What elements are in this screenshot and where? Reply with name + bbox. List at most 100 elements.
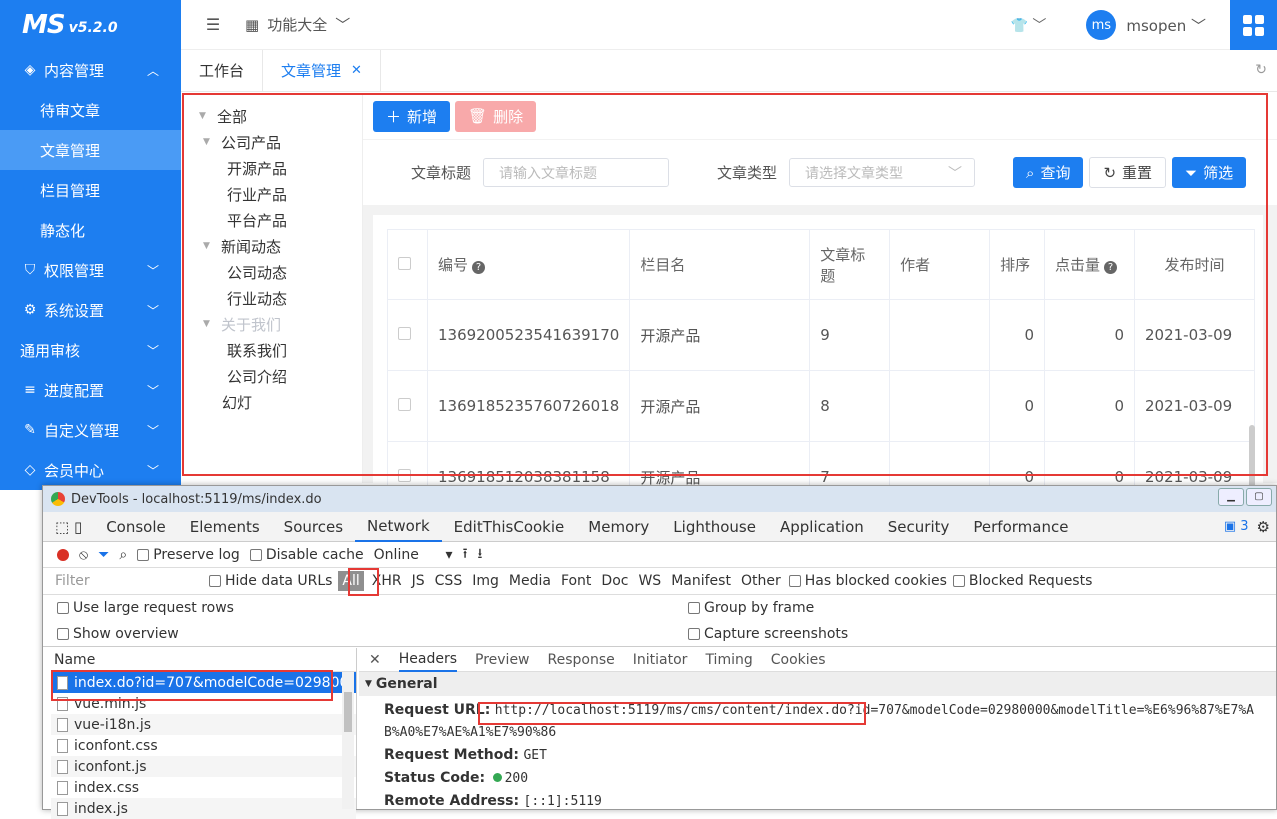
disable-cache-checkbox[interactable]: Disable cache (250, 547, 364, 563)
filter-type-ws[interactable]: WS (636, 573, 663, 589)
brand-version: v5.2.0 (69, 20, 118, 36)
filter-type-js[interactable]: JS (410, 573, 427, 589)
filter-type-doc[interactable]: Doc (599, 573, 630, 589)
request-url-label: Request URL: (384, 702, 490, 718)
filter-type-css[interactable]: CSS (433, 573, 465, 589)
maximize-icon[interactable]: ▢ (1246, 488, 1272, 506)
list-item[interactable]: index.css (51, 777, 356, 798)
tab-application[interactable]: Application (768, 512, 876, 542)
top-bar: ☰ ▦ 功能大全 ﹀ 👕 ﹀ ms msopen ﹀ (181, 0, 1277, 50)
tab-lighthouse[interactable]: Lighthouse (661, 512, 768, 542)
record-icon[interactable] (57, 549, 69, 561)
request-list-scrollbar[interactable] (342, 672, 354, 809)
remote-address-label: Remote Address: (384, 793, 519, 809)
download-icon[interactable]: ⭳ (477, 543, 482, 567)
hide-data-urls-checkbox[interactable]: Hide data URLs (209, 573, 332, 589)
tab-timing[interactable]: Timing (705, 652, 752, 668)
minimize-icon[interactable]: ▁ (1218, 488, 1244, 506)
apps-icon (1243, 15, 1264, 36)
blocked-requests-checkbox[interactable]: Blocked Requests (953, 573, 1092, 589)
tab-sources[interactable]: Sources (272, 512, 355, 542)
tab-memory[interactable]: Memory (576, 512, 661, 542)
tab-articles[interactable]: 文章管理✕ (263, 50, 381, 91)
function-menu[interactable]: ▦ 功能大全 ﹀ (245, 14, 350, 35)
overview-label: Show overview (73, 626, 179, 642)
sidebar-item-progress[interactable]: ≡进度配置﹀ (0, 370, 181, 410)
sidebar-item-members[interactable]: ◇会员中心﹀ (0, 450, 181, 490)
tab-editthiscookie[interactable]: EditThisCookie (442, 512, 577, 542)
inspect-icon[interactable]: ⬚ ▯ (43, 512, 94, 542)
tab-console[interactable]: Console (94, 512, 178, 542)
list-item[interactable]: vue-i18n.js (51, 714, 356, 735)
preserve-log-checkbox[interactable]: Preserve log (137, 547, 240, 563)
sidebar-item-custom[interactable]: ✎自定义管理﹀ (0, 410, 181, 450)
tab-headers[interactable]: Headers (399, 648, 457, 672)
sidebar-item-label: 通用审核 (20, 340, 80, 361)
sidebar-item-settings[interactable]: ⚙系统设置﹀ (0, 290, 181, 330)
gear-icon[interactable]: ⚙ (1257, 518, 1270, 536)
list-item[interactable]: iconfont.js (51, 756, 356, 777)
devtools-title: DevTools - localhost:5119/ms/index.do (71, 492, 322, 507)
tab-network[interactable]: Network (355, 512, 442, 542)
avatar[interactable]: ms (1086, 10, 1116, 40)
sidebar-item-permissions[interactable]: ⛉权限管理﹀ (0, 250, 181, 290)
sidebar-item-columns[interactable]: 栏目管理 (0, 170, 181, 210)
network-options: Use large request rows Show overview Gro… (43, 595, 1276, 647)
throttle-select[interactable]: Online ▾ (374, 547, 453, 563)
filter-type-media[interactable]: Media (507, 573, 553, 589)
sidebar-item-pending[interactable]: 待审文章 (0, 90, 181, 130)
clear-icon[interactable]: ⦸ (79, 547, 88, 563)
filter-icon[interactable]: ⏷ (98, 547, 109, 563)
tab-workbench[interactable]: 工作台 (181, 50, 263, 91)
large-rows-checkbox[interactable]: Use large request rows (57, 600, 234, 616)
issues-badge[interactable]: ▣ 3 (1224, 519, 1249, 534)
search-icon[interactable]: ⌕ (119, 547, 127, 563)
sidebar-item-label: 栏目管理 (40, 180, 100, 201)
large-rows-label: Use large request rows (73, 600, 234, 616)
blocked-cookies-checkbox[interactable]: Has blocked cookies (789, 573, 947, 589)
network-toolbar: ⦸ ⏷ ⌕ Preserve log Disable cache Online … (43, 542, 1276, 568)
list-item[interactable]: iconfont.css (51, 735, 356, 756)
tab-elements[interactable]: Elements (178, 512, 272, 542)
filter-type-manifest[interactable]: Manifest (669, 573, 733, 589)
close-icon[interactable]: ✕ (351, 63, 362, 78)
refresh-icon[interactable]: ↻ (1255, 62, 1267, 78)
request-method-row: Request Method: GET (359, 744, 1276, 767)
overview-checkbox[interactable]: Show overview (57, 626, 179, 642)
capture-screenshots-checkbox[interactable]: Capture screenshots (688, 626, 848, 642)
apps-grid-button[interactable] (1230, 0, 1277, 50)
logo[interactable]: MS v5.2.0 (0, 0, 181, 50)
menu-toggle-icon[interactable]: ☰ (181, 15, 245, 34)
filter-type-other[interactable]: Other (739, 573, 783, 589)
filter-type-font[interactable]: Font (559, 573, 593, 589)
user-name[interactable]: msopen ﹀ (1126, 15, 1206, 36)
tab-performance[interactable]: Performance (961, 512, 1080, 542)
network-filter-bar: Filter Hide data URLs All XHR JS CSS Img… (43, 568, 1276, 595)
sidebar-item-articles[interactable]: 文章管理 (0, 130, 181, 170)
sidebar-item-content[interactable]: ◈内容管理︿ (0, 50, 181, 90)
request-name: iconfont.js (74, 759, 147, 775)
devtools-titlebar[interactable]: DevTools - localhost:5119/ms/index.do ▁▢ (43, 486, 1276, 512)
name-column-header[interactable]: Name (51, 648, 356, 672)
request-name: index.js (74, 801, 128, 817)
list-item[interactable]: index.js (51, 798, 356, 819)
filter-input[interactable]: Filter (43, 573, 203, 589)
group-by-frame-checkbox[interactable]: Group by frame (688, 600, 814, 616)
tab-response[interactable]: Response (548, 652, 615, 668)
hide-data-urls-label: Hide data URLs (225, 573, 332, 589)
general-section-header[interactable]: ▼General (359, 672, 1276, 696)
upload-icon[interactable]: ⭱ (463, 543, 468, 567)
tab-initiator[interactable]: Initiator (633, 652, 688, 668)
status-code-label: Status Code: (384, 770, 485, 786)
sidebar-item-static[interactable]: 静态化 (0, 210, 181, 250)
tab-security[interactable]: Security (876, 512, 962, 542)
sidebar-item-label: 待审文章 (40, 100, 100, 121)
filter-type-img[interactable]: Img (470, 573, 501, 589)
theme-shirt-icon[interactable]: 👕 ﹀ (1010, 15, 1046, 35)
tab-cookies[interactable]: Cookies (771, 652, 826, 668)
tab-preview[interactable]: Preview (475, 652, 530, 668)
close-icon[interactable]: ✕ (369, 652, 381, 668)
throttle-label: Online (374, 547, 419, 563)
group-by-frame-label: Group by frame (704, 600, 814, 616)
sidebar-item-audit[interactable]: 通用审核﹀ (0, 330, 181, 370)
